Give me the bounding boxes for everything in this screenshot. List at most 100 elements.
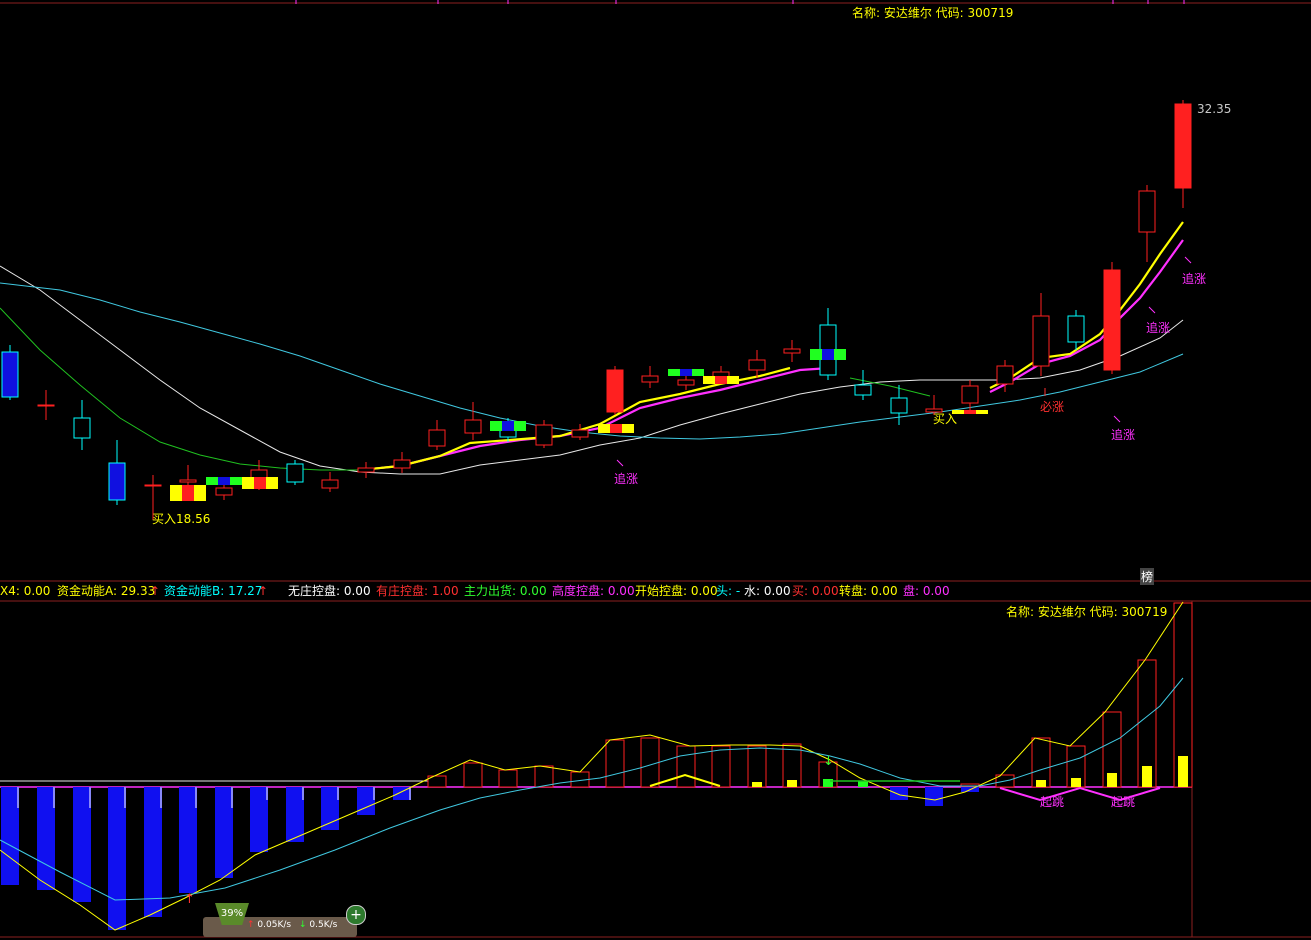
indicator-values-bar: X4: 0.00 资金动能A: 29.33 ↑ 资金动能B: 17.27 ↑ 无…	[0, 583, 1311, 599]
candle-body	[961, 385, 979, 404]
control-bar	[1036, 780, 1046, 787]
control-bar	[787, 780, 797, 787]
histogram-bar-negative	[321, 787, 339, 830]
indicator-x4: X4: 0.00	[0, 584, 51, 598]
histogram-bar-negative	[890, 787, 908, 800]
momentum-b-up-arrow-icon: ↑	[258, 584, 269, 598]
candle-body	[606, 369, 624, 413]
network-speed-widget[interactable]: 39% ↑ 0.05K/s ↓ 0.5K/s +	[203, 903, 366, 937]
band-block	[964, 410, 976, 414]
histogram-bar-positive	[605, 739, 625, 788]
band-block	[622, 424, 634, 433]
histogram-bar-positive	[711, 745, 731, 788]
histogram-bar-positive	[1031, 737, 1051, 788]
add-plus-icon[interactable]: +	[346, 905, 366, 925]
histogram-bar-positive	[676, 745, 696, 788]
band-block	[692, 369, 704, 376]
indicator-dealer-control: 有庄控盘: 1.00	[376, 584, 459, 598]
signal-chase-1: 追涨	[614, 472, 639, 486]
indicator-high-control: 高度控盘: 0.00	[552, 584, 635, 598]
download-arrow-icon: ↓	[299, 920, 307, 930]
indicator-main-outflow: 主力出货: 0.00	[464, 584, 547, 598]
candle-body	[1174, 103, 1192, 189]
band-block	[834, 349, 846, 360]
candle-body	[73, 417, 91, 439]
candle-body	[179, 479, 197, 483]
ma-yellow-line-2	[989, 221, 1184, 389]
momentum-a-up-arrow-icon: ↑	[150, 584, 161, 598]
ma-green-line	[0, 307, 360, 471]
momentum-a-line	[0, 601, 1184, 931]
fund-momentum-histogram	[1, 602, 1193, 930]
bottom-stock-label: 名称: 安达维尔 代码: 300719	[1006, 605, 1168, 619]
candle-body	[641, 375, 659, 383]
band-block	[254, 477, 266, 489]
histogram-bar-negative	[144, 787, 162, 917]
band-block	[715, 376, 727, 384]
candle-body	[890, 397, 908, 414]
signal-must-rise: 必涨	[1040, 400, 1065, 414]
signal-buy: 买入	[933, 412, 958, 426]
candle-body	[215, 487, 233, 496]
histogram-bar-positive	[498, 769, 518, 788]
candle-body	[1103, 269, 1121, 371]
band-block	[242, 477, 254, 489]
candle-body	[37, 404, 55, 407]
indicator-turn: 转盘: 0.00	[839, 584, 898, 598]
signal-chase-2: 追涨	[1111, 428, 1136, 442]
histogram-bar-negative	[37, 787, 55, 890]
candle-body	[357, 467, 375, 473]
band-block	[514, 421, 526, 431]
indicator-momentum-a: 资金动能A: 29.33	[57, 584, 156, 598]
candle-body	[854, 384, 872, 396]
candle-body	[286, 463, 304, 483]
indicator-no-dealer: 无庄控盘: 0.00	[288, 584, 371, 598]
histogram-bar-negative	[250, 787, 268, 852]
top-stock-label: 名称: 安达维尔 代码: 300719	[852, 6, 1014, 20]
candle-body	[535, 424, 553, 446]
candle-body	[783, 348, 801, 354]
price-low-label: 买入18.56	[152, 512, 211, 526]
outflow-bar	[823, 779, 833, 787]
candle-body	[428, 429, 446, 447]
histogram-bar-positive	[534, 765, 554, 788]
jump-line-1	[999, 786, 1161, 802]
control-bar	[752, 782, 762, 787]
download-speed: ↓ 0.5K/s	[299, 920, 337, 930]
signal-jump-1: 起跳	[1040, 795, 1065, 809]
band-block	[680, 369, 692, 376]
histogram-bar-negative	[215, 787, 233, 878]
candle-body	[393, 459, 411, 469]
outflow-bar	[858, 781, 868, 787]
upload-speed-value: 0.05K/s	[257, 920, 292, 930]
histogram-bar-negative	[357, 787, 375, 815]
candle-body	[1138, 190, 1156, 233]
download-speed-value: 0.5K/s	[309, 920, 338, 930]
histogram-bar-positive	[463, 762, 483, 788]
band-block	[976, 410, 988, 414]
indicator-plate: 盘: 0.00	[903, 584, 950, 598]
candle-body	[571, 429, 589, 438]
band-block	[610, 424, 622, 433]
indicator-buy: 买: 0.00	[792, 584, 839, 598]
histogram-bar-positive	[640, 737, 660, 788]
indicator-momentum-b: 资金动能B: 17.27	[164, 584, 263, 598]
indicator-water: 水: 0.00	[744, 584, 791, 598]
histogram-bar-negative	[73, 787, 91, 902]
candle-body	[144, 484, 162, 487]
histogram-bar-negative	[925, 787, 943, 806]
buy-arrow-icon: ↑	[184, 892, 195, 907]
band-block	[598, 424, 610, 433]
ma-magenta-line	[359, 366, 831, 472]
upload-speed: ↑ 0.05K/s	[247, 920, 291, 930]
indicator-head: 头: -	[716, 584, 741, 598]
band-block	[668, 369, 680, 376]
band-block	[230, 477, 242, 485]
price-high-label: 32.35	[1197, 102, 1232, 116]
histogram-bar-negative	[1, 787, 19, 885]
candlestick-series	[1, 100, 1192, 520]
sell-arrow-icon: ↓	[823, 754, 834, 769]
signal-chase-3: 追涨	[1146, 321, 1171, 335]
histogram-bar-negative	[286, 787, 304, 842]
band-block	[194, 485, 206, 501]
